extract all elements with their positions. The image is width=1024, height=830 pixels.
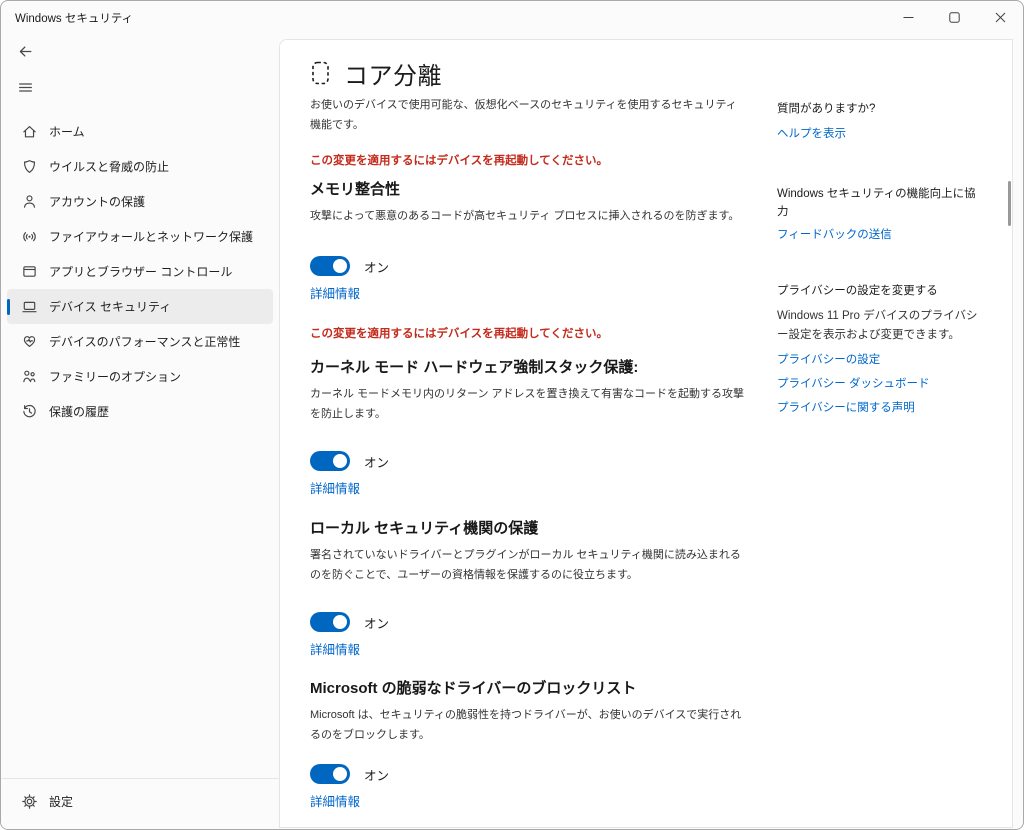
sidebar-item-label: アプリとブラウザー コントロール xyxy=(49,263,232,280)
family-icon xyxy=(21,368,38,385)
sidebar-item-home[interactable]: ホーム xyxy=(7,114,273,149)
sidebar-item-label: ウイルスと脅威の防止 xyxy=(49,158,169,175)
section-title-driver-blocklist: Microsoft の脆弱なドライバーのブロックリスト xyxy=(310,679,746,699)
privacy-settings-link[interactable]: プライバシーの設定 xyxy=(777,352,982,369)
sidebar-item-firewall-network[interactable]: ファイアウォールとネットワーク保護 xyxy=(7,219,273,254)
toggle-state-label: オン xyxy=(364,765,389,784)
sidebar-footer: 設定 xyxy=(1,778,279,829)
page-header: コア分離 xyxy=(310,56,746,90)
person-icon xyxy=(21,193,38,210)
sidebar-item-label: ホーム xyxy=(49,123,85,140)
sidebar-nav: ホーム ウイルスと脅威の防止 アカウントの保護 ファイアウォールとネットワーク保… xyxy=(1,114,279,429)
maximize-button[interactable] xyxy=(931,1,977,34)
sidebar-item-label: 保護の履歴 xyxy=(49,403,109,420)
more-info-link-memory-integrity[interactable]: 詳細情報 xyxy=(310,286,360,302)
sidebar-item-device-performance-health[interactable]: デバイスのパフォーマンスと正常性 xyxy=(7,324,273,359)
network-icon xyxy=(21,228,38,245)
section-title-kernel-stack-protection: カーネル モード ハードウェア強制スタック保護: xyxy=(310,358,746,378)
gear-icon xyxy=(21,793,38,810)
menu-button[interactable] xyxy=(9,72,41,102)
privacy-statement-link[interactable]: プライバシーに関する声明 xyxy=(777,400,982,417)
titlebar: Windows セキュリティ xyxy=(1,1,1023,34)
sidebar-item-label: デバイス セキュリティ xyxy=(49,298,171,315)
section-title-lsa-protection: ローカル セキュリティ機関の保護 xyxy=(310,519,746,539)
maximize-icon xyxy=(949,12,960,23)
toggle-state-label: オン xyxy=(364,257,389,276)
more-info-link-driver-blocklist[interactable]: 詳細情報 xyxy=(310,794,360,810)
restart-warning: この変更を適用するにはデバイスを再起動してください。 xyxy=(310,326,746,342)
more-info-link-kernel-stack-protection[interactable]: 詳細情報 xyxy=(310,481,360,497)
core-isolation-page: コア分離 お使いのデバイスで使用可能な、仮想化ベースのセキュリティを使用するセキ… xyxy=(310,40,746,811)
memory-integrity-toggle[interactable] xyxy=(310,256,350,276)
laptop-icon xyxy=(21,298,38,315)
driver-blocklist-toggle[interactable] xyxy=(310,764,350,784)
home-icon xyxy=(21,123,38,140)
toggle-row-kernel-stack-protection: オン xyxy=(310,451,746,471)
sidebar-item-device-security[interactable]: デバイス セキュリティ xyxy=(7,289,273,324)
toggle-row-memory-integrity: オン xyxy=(310,256,746,276)
section-description: Microsoft は、セキュリティの脆弱性を持つドライバーが、お使いのデバイス… xyxy=(310,705,746,745)
window-controls xyxy=(885,1,1023,34)
toggle-row-driver-blocklist: オン xyxy=(310,764,746,784)
back-button[interactable] xyxy=(9,36,41,66)
windows-security-window: Windows セキュリティ ホーム xyxy=(0,0,1024,830)
restart-warning: この変更を適用するにはデバイスを再起動してください。 xyxy=(310,153,746,169)
toggle-row-lsa-protection: オン xyxy=(310,612,746,632)
page-description: お使いのデバイスで使用可能な、仮想化ベースのセキュリティを使用するセキュリティ機… xyxy=(310,95,746,135)
minimize-icon xyxy=(903,12,914,23)
section-description: 署名されていないドライバーとプラグインがローカル セキュリティ機関に読み込まれる… xyxy=(310,545,746,585)
privacy-settings-title: プライバシーの設定を変更する xyxy=(777,282,982,300)
privacy-links: プライバシーの設定 プライバシー ダッシュボード プライバシーに関する声明 xyxy=(777,352,982,417)
sidebar-item-label: デバイスのパフォーマンスと正常性 xyxy=(49,333,240,350)
feedback-title: Windows セキュリティの機能向上に協力 xyxy=(777,185,982,221)
help-aside: 質問がありますか? ヘルプを表示 Windows セキュリティの機能向上に協力 … xyxy=(777,100,982,417)
sidebar-item-family-options[interactable]: ファミリーのオプション xyxy=(7,359,273,394)
privacy-settings-description: Windows 11 Pro デバイスのプライバシー設定を表示および変更できます… xyxy=(777,307,982,345)
sidebar-item-label: 設定 xyxy=(49,793,73,810)
lsa-protection-toggle[interactable] xyxy=(310,612,350,632)
section-title-memory-integrity: メモリ整合性 xyxy=(310,180,746,200)
close-icon xyxy=(995,12,1006,23)
main-content-card: コア分離 お使いのデバイスで使用可能な、仮想化ベースのセキュリティを使用するセキ… xyxy=(279,39,1013,828)
hamburger-icon xyxy=(17,79,34,96)
page-title: コア分離 xyxy=(344,56,442,91)
window-title: Windows セキュリティ xyxy=(15,10,133,26)
core-isolation-icon xyxy=(310,60,331,86)
toggle-state-label: オン xyxy=(364,452,389,471)
section-description: 攻撃によって悪意のあるコードが高セキュリティ プロセスに挿入されるのを防ぎます。 xyxy=(310,206,746,226)
more-info-link-lsa-protection[interactable]: 詳細情報 xyxy=(310,642,360,658)
app-window-icon xyxy=(21,263,38,280)
history-icon xyxy=(21,403,38,420)
sidebar: ホーム ウイルスと脅威の防止 アカウントの保護 ファイアウォールとネットワーク保… xyxy=(1,34,279,829)
kernel-stack-protection-toggle[interactable] xyxy=(310,451,350,471)
privacy-dashboard-link[interactable]: プライバシー ダッシュボード xyxy=(777,376,982,393)
sidebar-item-app-browser-control[interactable]: アプリとブラウザー コントロール xyxy=(7,254,273,289)
sidebar-item-label: ファミリーのオプション xyxy=(49,368,181,385)
vertical-scrollbar-thumb[interactable] xyxy=(1008,181,1011,226)
minimize-button[interactable] xyxy=(885,1,931,34)
sidebar-item-virus-threat-protection[interactable]: ウイルスと脅威の防止 xyxy=(7,149,273,184)
question-title: 質問がありますか? xyxy=(777,100,982,118)
sidebar-item-label: ファイアウォールとネットワーク保護 xyxy=(49,228,253,245)
back-arrow-icon xyxy=(17,43,34,60)
get-help-link[interactable]: ヘルプを表示 xyxy=(777,126,846,143)
section-description: カーネル モードメモリ内のリターン アドレスを置き換えて有害なコードを起動する攻… xyxy=(310,384,746,424)
sidebar-item-account-protection[interactable]: アカウントの保護 xyxy=(7,184,273,219)
sidebar-item-settings[interactable]: 設定 xyxy=(7,784,273,819)
close-button[interactable] xyxy=(977,1,1023,34)
sidebar-item-label: アカウントの保護 xyxy=(49,193,145,210)
sidebar-item-protection-history[interactable]: 保護の履歴 xyxy=(7,394,273,429)
health-heart-icon xyxy=(21,333,38,350)
toggle-state-label: オン xyxy=(364,613,389,632)
send-feedback-link[interactable]: フィードバックの送信 xyxy=(777,227,892,244)
shield-icon xyxy=(21,158,38,175)
